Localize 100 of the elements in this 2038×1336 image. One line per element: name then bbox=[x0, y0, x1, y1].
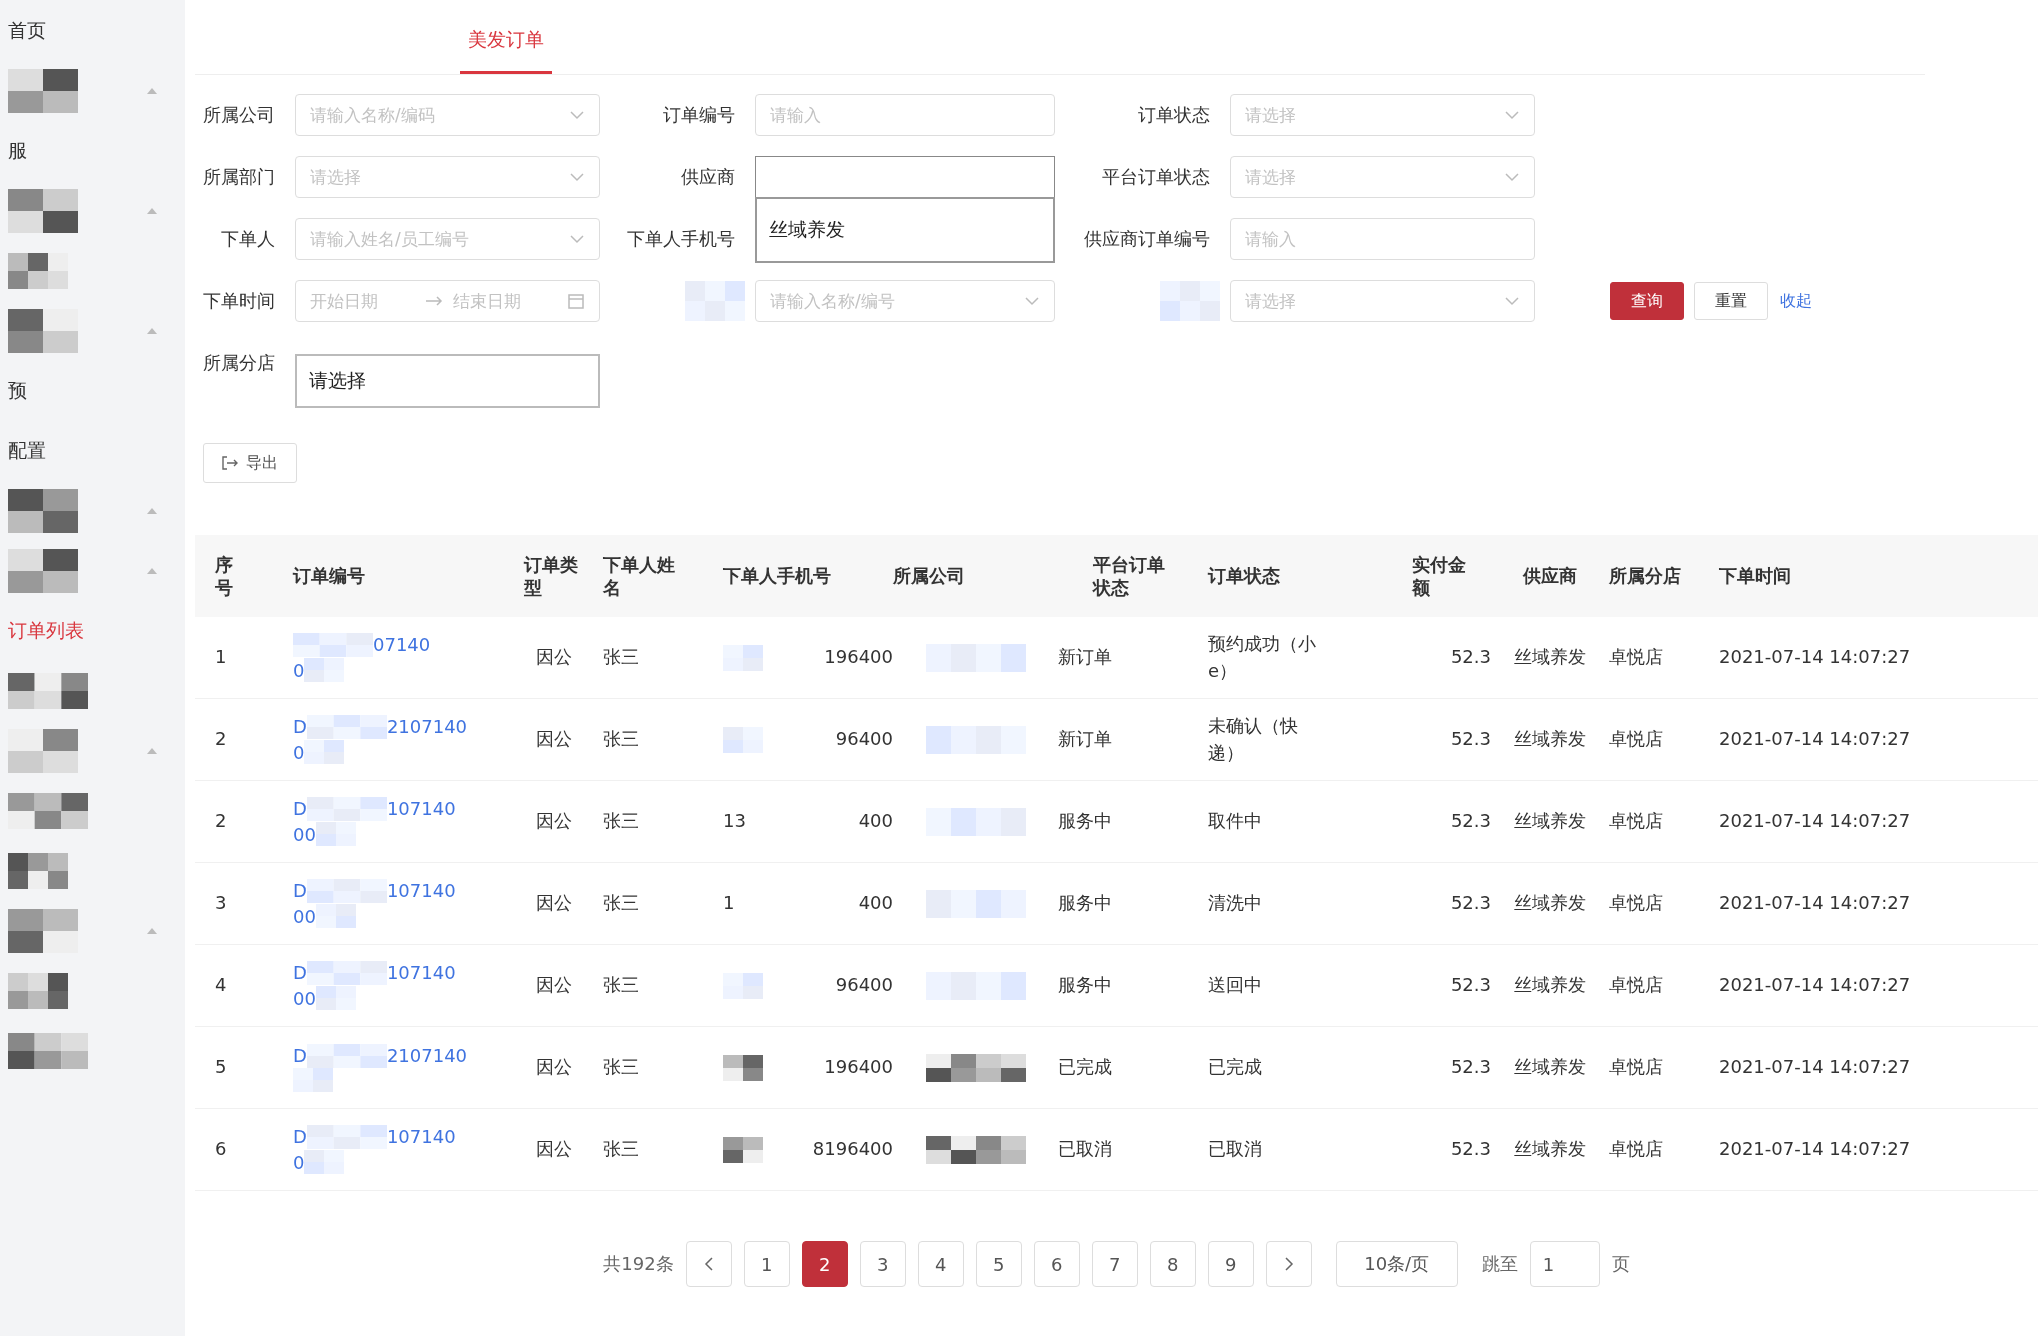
order-link[interactable]: 07140 bbox=[373, 632, 431, 658]
table-cell-text: 因公 bbox=[536, 645, 572, 670]
table-cell-text: 丝域养发 bbox=[1514, 727, 1586, 752]
table-cell-text: 2021-07-14 14:07:27 bbox=[1719, 809, 1911, 834]
field-label: 所属分店 bbox=[203, 351, 276, 375]
order-link[interactable]: 2107140 bbox=[386, 714, 468, 740]
table-cell-text: 卓悦店 bbox=[1609, 891, 1663, 916]
caret-up-icon[interactable] bbox=[147, 508, 157, 514]
table-cell-text: 新订单 bbox=[1058, 727, 1112, 752]
page-button[interactable]: 5 bbox=[975, 1241, 1022, 1287]
table-cell-text: 196400 bbox=[824, 645, 893, 670]
table-cell-text: 2021-07-14 14:07:27 bbox=[1719, 1137, 1911, 1162]
caret-up-icon[interactable] bbox=[147, 208, 157, 214]
order-link[interactable]: 107140 bbox=[386, 878, 456, 904]
order-link[interactable]: 0 bbox=[293, 1149, 305, 1175]
mosaic-block bbox=[8, 549, 78, 593]
table-cell-text: 张三 bbox=[603, 727, 639, 752]
table-cell-text: 52.3 bbox=[1450, 891, 1491, 916]
table-cell-text: 52.3 bbox=[1450, 973, 1491, 998]
table-cell-text: 2021-07-14 14:07:27 bbox=[1719, 891, 1911, 916]
caret-up-icon[interactable] bbox=[147, 328, 157, 334]
search-button[interactable]: 查询 bbox=[1610, 282, 1684, 320]
prev-page-button[interactable] bbox=[685, 1241, 732, 1287]
chevron-right-icon bbox=[1283, 1256, 1294, 1272]
chevron-down-icon bbox=[1504, 296, 1520, 306]
column-header: 下单人姓名 bbox=[603, 552, 676, 600]
table-cell-text: 丝域养发 bbox=[1514, 645, 1586, 670]
field-label: 平台订单状态 bbox=[1102, 165, 1211, 189]
table-cell-text: 52.3 bbox=[1450, 727, 1491, 752]
caret-up-icon[interactable] bbox=[147, 928, 157, 934]
order-link[interactable]: 107140 bbox=[386, 960, 456, 986]
table-cell-text: 1 bbox=[215, 645, 227, 670]
field-label: 订单编号 bbox=[663, 103, 736, 127]
order-link[interactable]: 0 bbox=[293, 739, 305, 765]
order-link[interactable]: D bbox=[293, 1124, 307, 1150]
table-cell-text: 196400 bbox=[824, 1055, 893, 1080]
table-cell-text: 52.3 bbox=[1450, 645, 1491, 670]
sidebar-item[interactable]: 首页 bbox=[8, 18, 46, 44]
table-cell-text: 服务中 bbox=[1058, 973, 1112, 998]
sidebar-item[interactable]: 服 bbox=[8, 138, 27, 164]
caret-up-icon[interactable] bbox=[147, 568, 157, 574]
table-cell-text: 丝域养发 bbox=[1514, 1137, 1586, 1162]
order-link[interactable]: D bbox=[293, 878, 307, 904]
arrow-right-icon bbox=[424, 296, 443, 306]
table-cell-text: 新订单 bbox=[1058, 645, 1112, 670]
order-link[interactable]: D bbox=[293, 1042, 307, 1069]
sidebar-item[interactable]: 配置 bbox=[8, 438, 46, 464]
table-cell-text: 400 bbox=[858, 809, 893, 834]
column-header: 订单编号 bbox=[293, 564, 365, 588]
page-button[interactable]: 6 bbox=[1033, 1241, 1080, 1287]
table-cell-text: 4 bbox=[215, 973, 227, 998]
page-button[interactable]: 2 bbox=[801, 1241, 848, 1287]
page-button[interactable]: 9 bbox=[1207, 1241, 1254, 1287]
order-link[interactable]: 107140 bbox=[386, 796, 456, 822]
page-button[interactable]: 7 bbox=[1091, 1241, 1138, 1287]
order-link[interactable]: 2107140 bbox=[386, 1042, 468, 1069]
table-cell-text: 预约成功（小e） bbox=[1208, 632, 1317, 683]
mosaic-block bbox=[723, 726, 763, 753]
caret-up-icon[interactable] bbox=[147, 88, 157, 94]
page-button[interactable]: 1 bbox=[743, 1241, 790, 1287]
order-link[interactable]: 107140 bbox=[386, 1124, 456, 1150]
select-field[interactable]: 请选择 bbox=[295, 354, 600, 408]
column-header: 所属公司 bbox=[893, 564, 965, 588]
chevron-down-icon bbox=[569, 234, 585, 244]
sidebar-item[interactable]: 订单列表 bbox=[8, 618, 84, 644]
next-page-button[interactable] bbox=[1265, 1241, 1312, 1287]
tab[interactable]: 美发订单 bbox=[460, 27, 552, 74]
table-cell-text: 因公 bbox=[536, 973, 572, 998]
page-button[interactable]: 8 bbox=[1149, 1241, 1196, 1287]
field-label: 下单人 bbox=[221, 227, 276, 251]
order-link[interactable]: 00 bbox=[293, 903, 316, 929]
table-cell-text: 2 bbox=[215, 809, 227, 834]
caret-up-icon[interactable] bbox=[147, 748, 157, 754]
mosaic-block bbox=[723, 972, 763, 999]
table-cell-text: 卓悦店 bbox=[1609, 809, 1663, 834]
page-button[interactable]: 4 bbox=[917, 1241, 964, 1287]
table-cell-text: 张三 bbox=[603, 809, 639, 834]
page-size-select[interactable]: 10条/页 bbox=[1335, 1241, 1458, 1287]
table-cell-text: 因公 bbox=[536, 891, 572, 916]
column-header: 订单状态 bbox=[1208, 564, 1280, 588]
order-link[interactable]: 00 bbox=[293, 985, 316, 1011]
table-cell-text: 送回中 bbox=[1208, 973, 1263, 998]
export-button[interactable]: 导出 bbox=[203, 443, 297, 483]
order-link[interactable]: 00 bbox=[293, 821, 316, 847]
table-cell-text: 5 bbox=[215, 1055, 227, 1080]
page-input[interactable]: 1 bbox=[1529, 1241, 1600, 1287]
column-header: 实付金额 bbox=[1412, 552, 1467, 600]
order-link[interactable]: D bbox=[293, 796, 307, 822]
field-label: 供应商订单编号 bbox=[1084, 227, 1211, 251]
reset-button[interactable]: 重置 bbox=[1694, 282, 1768, 320]
sidebar-item[interactable]: 预 bbox=[8, 378, 27, 404]
page-button[interactable]: 3 bbox=[859, 1241, 906, 1287]
table-cell-text: 张三 bbox=[603, 973, 639, 998]
order-link[interactable]: 0 bbox=[293, 657, 305, 683]
dropdown-option[interactable]: 丝域养发 bbox=[769, 217, 845, 243]
table-cell-text: 2021-07-14 14:07:27 bbox=[1719, 727, 1911, 752]
field-label: 下单人手机号 bbox=[627, 227, 736, 251]
order-link[interactable]: D bbox=[293, 960, 307, 986]
order-link[interactable]: D bbox=[293, 714, 307, 740]
chevron-left-icon bbox=[703, 1256, 714, 1272]
